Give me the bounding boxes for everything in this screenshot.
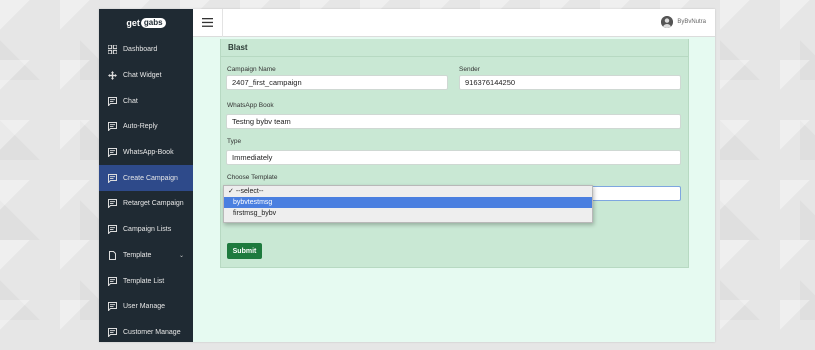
sidebar-item-label: Dashboard bbox=[123, 46, 158, 54]
app-window: get gabs Dashboard Chat Widget Chat Auto-Re… bbox=[99, 9, 715, 342]
sidebar-item-label: Chat bbox=[123, 97, 138, 105]
card-title: Blast bbox=[221, 39, 688, 57]
message-icon bbox=[108, 327, 117, 337]
message-icon bbox=[108, 302, 117, 312]
username: ByBvNutra bbox=[677, 19, 706, 25]
sender-label: Sender bbox=[459, 66, 480, 73]
sidebar-item-campaign-lists[interactable]: Campaign Lists bbox=[99, 217, 193, 243]
sidebar-nav: Dashboard Chat Widget Chat Auto-Reply WhatsA… bbox=[99, 37, 193, 342]
user-icon bbox=[661, 16, 674, 28]
sidebar-item-whatsapp-book[interactable]: WhatsApp-Book bbox=[99, 140, 193, 166]
logo[interactable]: get gabs bbox=[99, 9, 193, 37]
message-icon bbox=[108, 276, 117, 286]
sender-input[interactable]: 916376144250 bbox=[459, 75, 681, 90]
campaign-name-label: Campaign Name bbox=[227, 66, 276, 73]
sidebar-item-label: Template bbox=[123, 251, 152, 259]
sidebar-item-chat[interactable]: Chat bbox=[99, 88, 193, 114]
sidebar-item-auto-reply[interactable]: Auto-Reply bbox=[99, 114, 193, 140]
logo-bubble: gabs bbox=[140, 18, 166, 28]
sidebar-item-label: Chat Widget bbox=[123, 72, 162, 80]
grid-icon bbox=[108, 45, 117, 55]
sidebar-item-retarget-campaign[interactable]: Retarget Campaign bbox=[99, 191, 193, 217]
message-icon bbox=[108, 225, 117, 235]
chevron-down-icon: ⌄ bbox=[178, 252, 184, 259]
dropdown-option-bybvtestmsg[interactable]: bybvtestmsg bbox=[224, 197, 592, 208]
dropdown-option-select[interactable]: ✓ --select-- bbox=[224, 186, 592, 197]
campaign-name-input[interactable]: 2407_first_campaign bbox=[226, 75, 448, 90]
template-label: Choose Template bbox=[227, 174, 278, 181]
sidebar-item-chat-widget[interactable]: Chat Widget bbox=[99, 63, 193, 89]
sidebar-item-label: WhatsApp-Book bbox=[123, 149, 174, 157]
sidebar-item-dashboard[interactable]: Dashboard bbox=[99, 37, 193, 63]
file-icon bbox=[108, 250, 117, 260]
logo-text: get bbox=[126, 18, 140, 28]
user-menu[interactable]: ByBvNutra bbox=[661, 16, 706, 28]
sidebar-item-user-manage[interactable]: User Manage bbox=[99, 294, 193, 320]
sidebar-item-template[interactable]: Template ⌄ bbox=[99, 243, 193, 269]
whatsapp-book-select[interactable]: Testng bybv team bbox=[226, 114, 681, 129]
top-bar: ByBvNutra bbox=[193, 9, 715, 37]
sidebar-item-label: Customer Manage bbox=[123, 328, 181, 336]
check-icon: ✓ bbox=[228, 188, 234, 195]
sidebar-item-label: Template List bbox=[123, 277, 165, 285]
submit-button[interactable]: Submit bbox=[227, 243, 262, 259]
sidebar-item-label: Create Campaign bbox=[123, 174, 178, 182]
type-label: Type bbox=[227, 138, 242, 145]
sidebar-item-label: Retarget Campaign bbox=[123, 200, 184, 208]
sidebar: get gabs Dashboard Chat Widget Chat Auto-Re… bbox=[99, 9, 193, 342]
sidebar-item-create-campaign[interactable]: Create Campaign bbox=[99, 165, 193, 192]
message-icon bbox=[108, 148, 117, 158]
type-select[interactable]: Immediately bbox=[226, 150, 681, 165]
sidebar-item-label: Campaign Lists bbox=[123, 226, 172, 234]
sidebar-item-customer-manage[interactable]: Customer Manage bbox=[99, 320, 193, 342]
dropdown-option-firstmsg[interactable]: firstmsg_bybv bbox=[224, 208, 592, 219]
message-icon bbox=[108, 199, 117, 209]
message-icon bbox=[108, 96, 117, 106]
menu-toggle-button[interactable] bbox=[193, 9, 223, 37]
avatar bbox=[661, 16, 674, 28]
template-dropdown-list: ✓ --select-- bybvtestmsg firstmsg_bybv bbox=[223, 185, 593, 223]
sidebar-item-label: Auto-Reply bbox=[123, 123, 158, 131]
move-icon bbox=[108, 71, 117, 81]
hamburger-icon bbox=[202, 18, 213, 27]
sidebar-item-label: User Manage bbox=[123, 303, 166, 311]
sidebar-item-template-list[interactable]: Template List bbox=[99, 268, 193, 294]
whatsapp-book-label: WhatsApp Book bbox=[227, 102, 274, 109]
message-icon bbox=[108, 173, 117, 183]
message-icon bbox=[108, 122, 117, 132]
